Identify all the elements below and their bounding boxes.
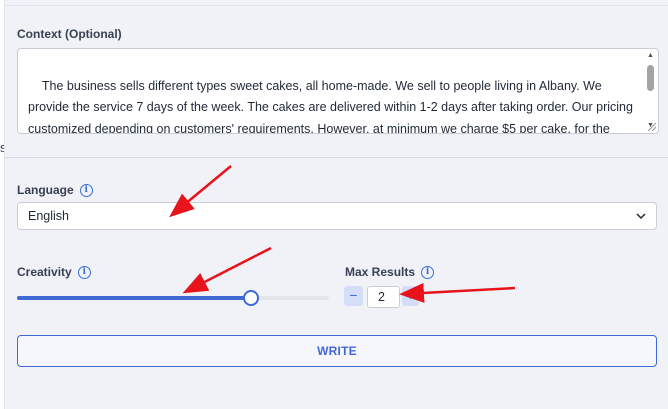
scroll-thumb[interactable]	[647, 65, 654, 91]
context-text: The business sells different types sweet…	[28, 78, 633, 134]
top-divider	[5, 5, 668, 6]
creativity-label: Creativity	[17, 265, 72, 279]
language-selected-value: English	[28, 209, 69, 223]
language-select[interactable]: English	[17, 202, 657, 230]
chevron-down-icon	[636, 213, 646, 220]
context-label-row: Context (Optional)	[17, 27, 122, 41]
max-results-decrement-button[interactable]: −	[344, 286, 363, 306]
slider-thumb[interactable]	[243, 290, 259, 306]
language-info-icon[interactable]: i	[79, 183, 93, 197]
writer-panel: Context (Optional) The business sells di…	[4, 0, 668, 409]
context-label: Context (Optional)	[17, 27, 122, 41]
creativity-info-icon[interactable]: i	[77, 265, 91, 279]
section-divider	[5, 157, 668, 158]
max-results-label-row: Max Results i	[345, 265, 435, 279]
slider-fill	[17, 296, 251, 300]
write-button[interactable]: WRITE	[17, 335, 657, 367]
context-scrollbar[interactable]: ▲ ▼	[646, 52, 655, 130]
max-results-input[interactable]: 2	[367, 286, 400, 308]
creativity-slider[interactable]	[17, 290, 329, 308]
max-results-label: Max Results	[345, 265, 416, 279]
context-textarea[interactable]: The business sells different types sweet…	[17, 48, 659, 134]
scroll-up-icon[interactable]: ▲	[646, 52, 655, 60]
language-label-row: Language i	[17, 183, 93, 197]
resize-grip-icon[interactable]	[648, 123, 656, 131]
creativity-label-row: Creativity i	[17, 265, 91, 279]
language-label: Language	[17, 183, 74, 197]
max-results-info-icon[interactable]: i	[421, 265, 435, 279]
max-results-increment-button[interactable]: +	[402, 286, 419, 306]
